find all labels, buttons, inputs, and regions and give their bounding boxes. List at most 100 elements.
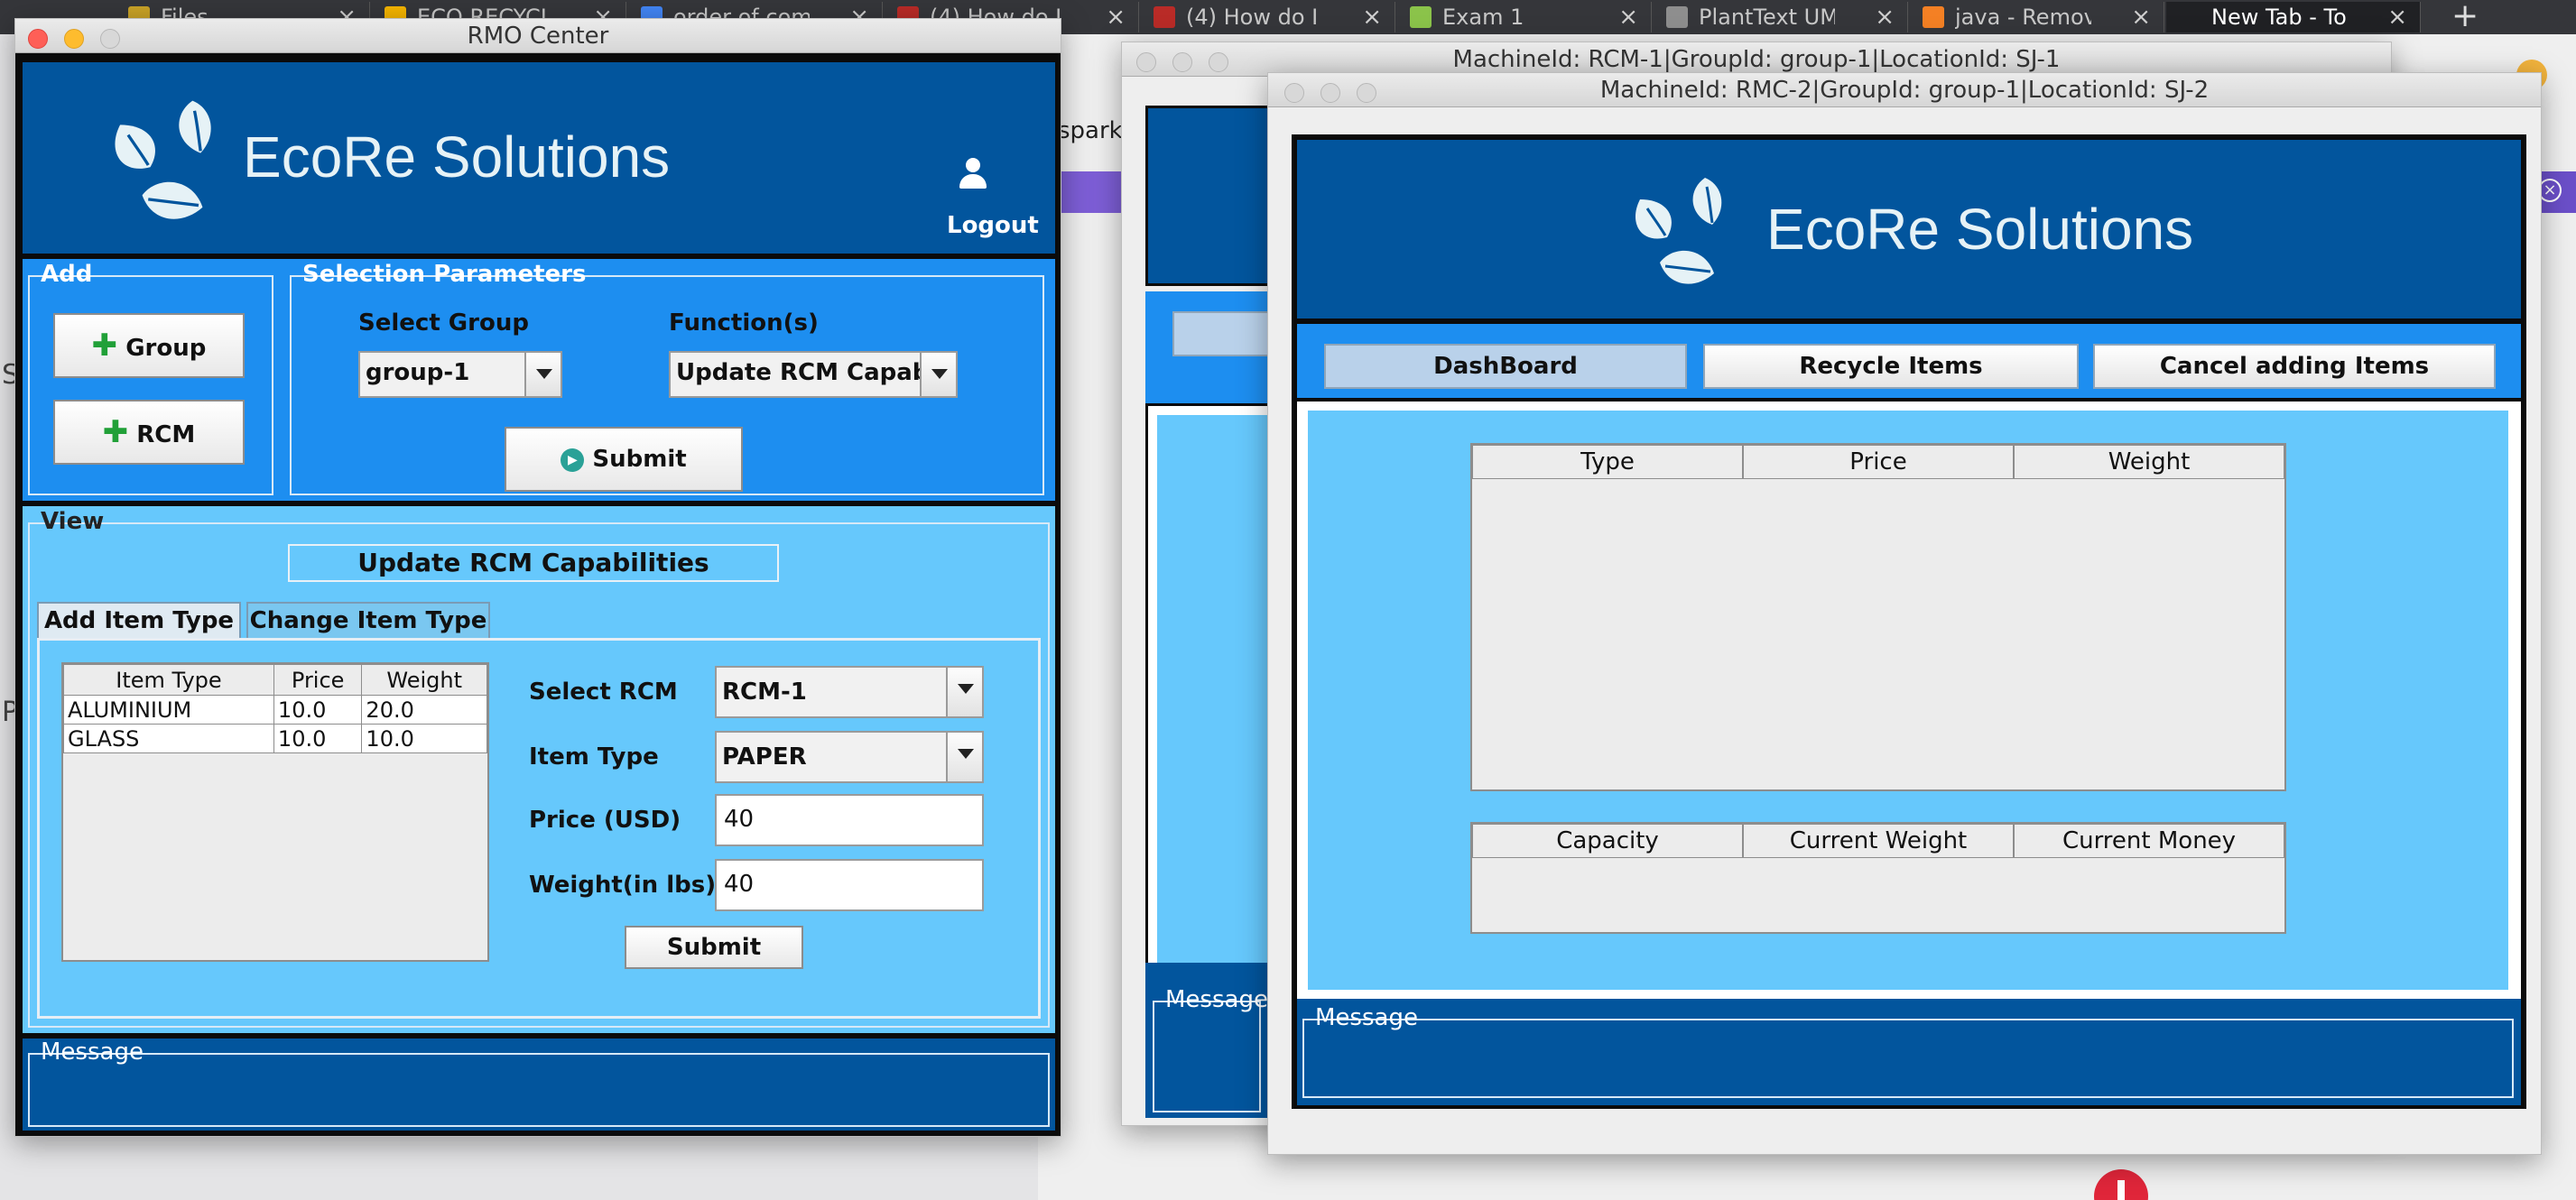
- recycle-items-button[interactable]: Recycle Items: [1703, 344, 2079, 389]
- function-select[interactable]: Update RCM Capabi...: [669, 351, 958, 398]
- minimize-button[interactable]: [64, 29, 84, 49]
- view-fieldset: View Update RCM Capabilities Add Item Ty…: [28, 510, 1050, 1028]
- table-cell: GLASS: [63, 724, 274, 753]
- weight-input[interactable]: 40: [715, 859, 984, 911]
- item-type-table: Item Type Price Weight ALUMINIUM 10.0 20.0 GL…: [63, 664, 487, 753]
- cancel-adding-items-button[interactable]: Cancel adding Items: [2093, 344, 2496, 389]
- browser-tab-label: java - Remove: [1955, 5, 2091, 30]
- rcm2-content: Type Price Weight Capacity Current Weight Cu…: [1297, 402, 2521, 999]
- browser-tab-label: PlantText UML: [1699, 5, 1835, 30]
- item-type-select-value: PAPER: [722, 743, 807, 771]
- browser-tab[interactable]: (4) How do I sc ×: [1141, 2, 1395, 32]
- rcm2-header: EcoRe Solutions: [1297, 140, 2521, 318]
- minimize-button[interactable]: [1320, 83, 1340, 103]
- rmo-message-fieldset: Message: [28, 1040, 1050, 1127]
- rcm1-message-legend: Message: [1165, 986, 1268, 1013]
- rcm2-titlebar: MachineId: RMC-2|GroupId: group-1|Locati…: [1268, 73, 2541, 107]
- browser-tab[interactable]: java - Remove ×: [1910, 2, 2164, 32]
- leaf-logo-icon: [115, 100, 211, 219]
- table-cell: 10.0: [273, 724, 363, 753]
- table-header-cell[interactable]: Current Weight: [1743, 824, 2014, 858]
- logout-link[interactable]: Logout: [947, 212, 1039, 239]
- browser-tab[interactable]: New Tab - Toby ×: [2166, 2, 2421, 32]
- table-header-cell[interactable]: Capacity: [1472, 824, 1743, 858]
- zoom-button[interactable]: [1357, 83, 1376, 103]
- tab-favicon-icon: [1923, 6, 1944, 28]
- function-select-value: Update RCM Capabi...: [676, 359, 958, 386]
- items-table-header: Type Price Weight: [1472, 445, 2284, 479]
- add-group-button[interactable]: ✚ Group: [53, 313, 245, 378]
- table-row[interactable]: ALUMINIUM 10.0 20.0: [63, 695, 487, 725]
- add-rcm-button[interactable]: ✚ RCM: [53, 400, 245, 465]
- selection-legend: Selection Parameters: [302, 261, 587, 288]
- table-header-cell[interactable]: Price: [273, 664, 363, 696]
- play-icon: ▶: [561, 448, 585, 472]
- group-select[interactable]: group-1: [358, 351, 562, 398]
- close-button[interactable]: [1136, 52, 1156, 72]
- rmo-title: RMO Center: [467, 23, 609, 50]
- add-rcm-label: RCM: [136, 421, 196, 448]
- selection-fieldset: Selection Parameters Select Group group-…: [290, 263, 1044, 495]
- table-header-cell[interactable]: Price: [1743, 445, 2014, 479]
- select-rcm-label: Select RCM: [529, 678, 678, 706]
- rcm-select[interactable]: RCM-1: [715, 666, 984, 718]
- status-table-header: Capacity Current Weight Current Money: [1472, 824, 2284, 858]
- add-group-label: Group: [125, 335, 207, 362]
- rcm-select-value: RCM-1: [722, 678, 807, 706]
- close-button[interactable]: [1284, 83, 1304, 103]
- group-select-value: group-1: [366, 359, 470, 386]
- chevron-down-icon[interactable]: [524, 353, 561, 396]
- chevron-down-icon[interactable]: [946, 733, 982, 781]
- table-header-cell[interactable]: Current Money: [2014, 824, 2284, 858]
- tab-content: Item Type Price Weight ALUMINIUM 10.0 20.0 GL…: [37, 638, 1041, 1019]
- rcm1-message-fieldset: Message: [1153, 988, 1268, 1112]
- add-legend: Add: [41, 261, 93, 288]
- tab-favicon-icon: [1410, 6, 1432, 28]
- item-type-select[interactable]: PAPER: [715, 731, 984, 783]
- close-tab-icon[interactable]: ×: [2131, 2, 2151, 32]
- rcm2-message-legend: Message: [1315, 1004, 1418, 1031]
- browser-tab[interactable]: PlantText UML ×: [1654, 2, 1908, 32]
- close-tab-icon[interactable]: ×: [1875, 2, 1895, 32]
- status-table: Capacity Current Weight Current Money: [1470, 822, 2286, 934]
- table-header-cell[interactable]: Weight: [361, 664, 487, 696]
- close-tab-icon[interactable]: ×: [1362, 2, 1382, 32]
- table-row[interactable]: GLASS 10.0 10.0: [63, 724, 487, 753]
- rmo-titlebar: RMO Center: [15, 19, 1061, 53]
- close-tab-icon[interactable]: ×: [1106, 2, 1126, 32]
- dashboard-button[interactable]: DashBoard: [1324, 344, 1687, 389]
- zoom-button[interactable]: [1209, 52, 1228, 72]
- browser-tab[interactable]: Exam 1 ×: [1397, 2, 1652, 32]
- tab-favicon-icon: [1666, 6, 1688, 28]
- rcm2-title: MachineId: RMC-2|GroupId: group-1|Locati…: [1599, 77, 2210, 104]
- browser-tab-label: New Tab - Toby: [2211, 5, 2348, 30]
- item-submit-button[interactable]: Submit: [625, 926, 803, 969]
- minimize-button[interactable]: [1172, 52, 1192, 72]
- table-header-cell[interactable]: Item Type: [63, 664, 274, 696]
- table-cell: 10.0: [273, 695, 363, 725]
- new-tab-button[interactable]: +: [2451, 0, 2479, 34]
- table-header-cell[interactable]: Weight: [2014, 445, 2284, 479]
- price-label: Price (USD): [529, 807, 681, 834]
- chevron-down-icon[interactable]: [920, 353, 956, 396]
- close-button[interactable]: [28, 29, 48, 49]
- selection-submit-button[interactable]: ▶ Submit: [505, 427, 743, 492]
- close-tab-icon[interactable]: ×: [2387, 2, 2407, 32]
- rcm2-message-panel: Message: [1297, 999, 2521, 1105]
- items-table: Type Price Weight: [1470, 443, 2286, 791]
- chevron-down-icon[interactable]: [946, 668, 982, 716]
- view-panel: View Update RCM Capabilities Add Item Ty…: [23, 506, 1055, 1033]
- rmo-message-legend: Message: [41, 1038, 144, 1066]
- tab-add-item-type[interactable]: Add Item Type: [37, 602, 241, 638]
- add-fieldset: Add ✚ Group ✚ RCM: [28, 263, 273, 495]
- table-header-row: Item Type Price Weight: [63, 664, 487, 696]
- rcm2-nav-bar: DashBoard Recycle Items Cancel adding It…: [1297, 324, 2521, 398]
- price-input[interactable]: 40: [715, 794, 984, 846]
- view-legend: View: [41, 508, 105, 535]
- table-header-cell[interactable]: Type: [1472, 445, 1743, 479]
- zoom-button[interactable]: [100, 29, 120, 49]
- user-icon[interactable]: [958, 158, 988, 194]
- tab-change-item-type[interactable]: Change Item Type: [246, 602, 490, 638]
- rmo-message-panel: Message: [23, 1038, 1055, 1131]
- close-tab-icon[interactable]: ×: [1618, 2, 1638, 32]
